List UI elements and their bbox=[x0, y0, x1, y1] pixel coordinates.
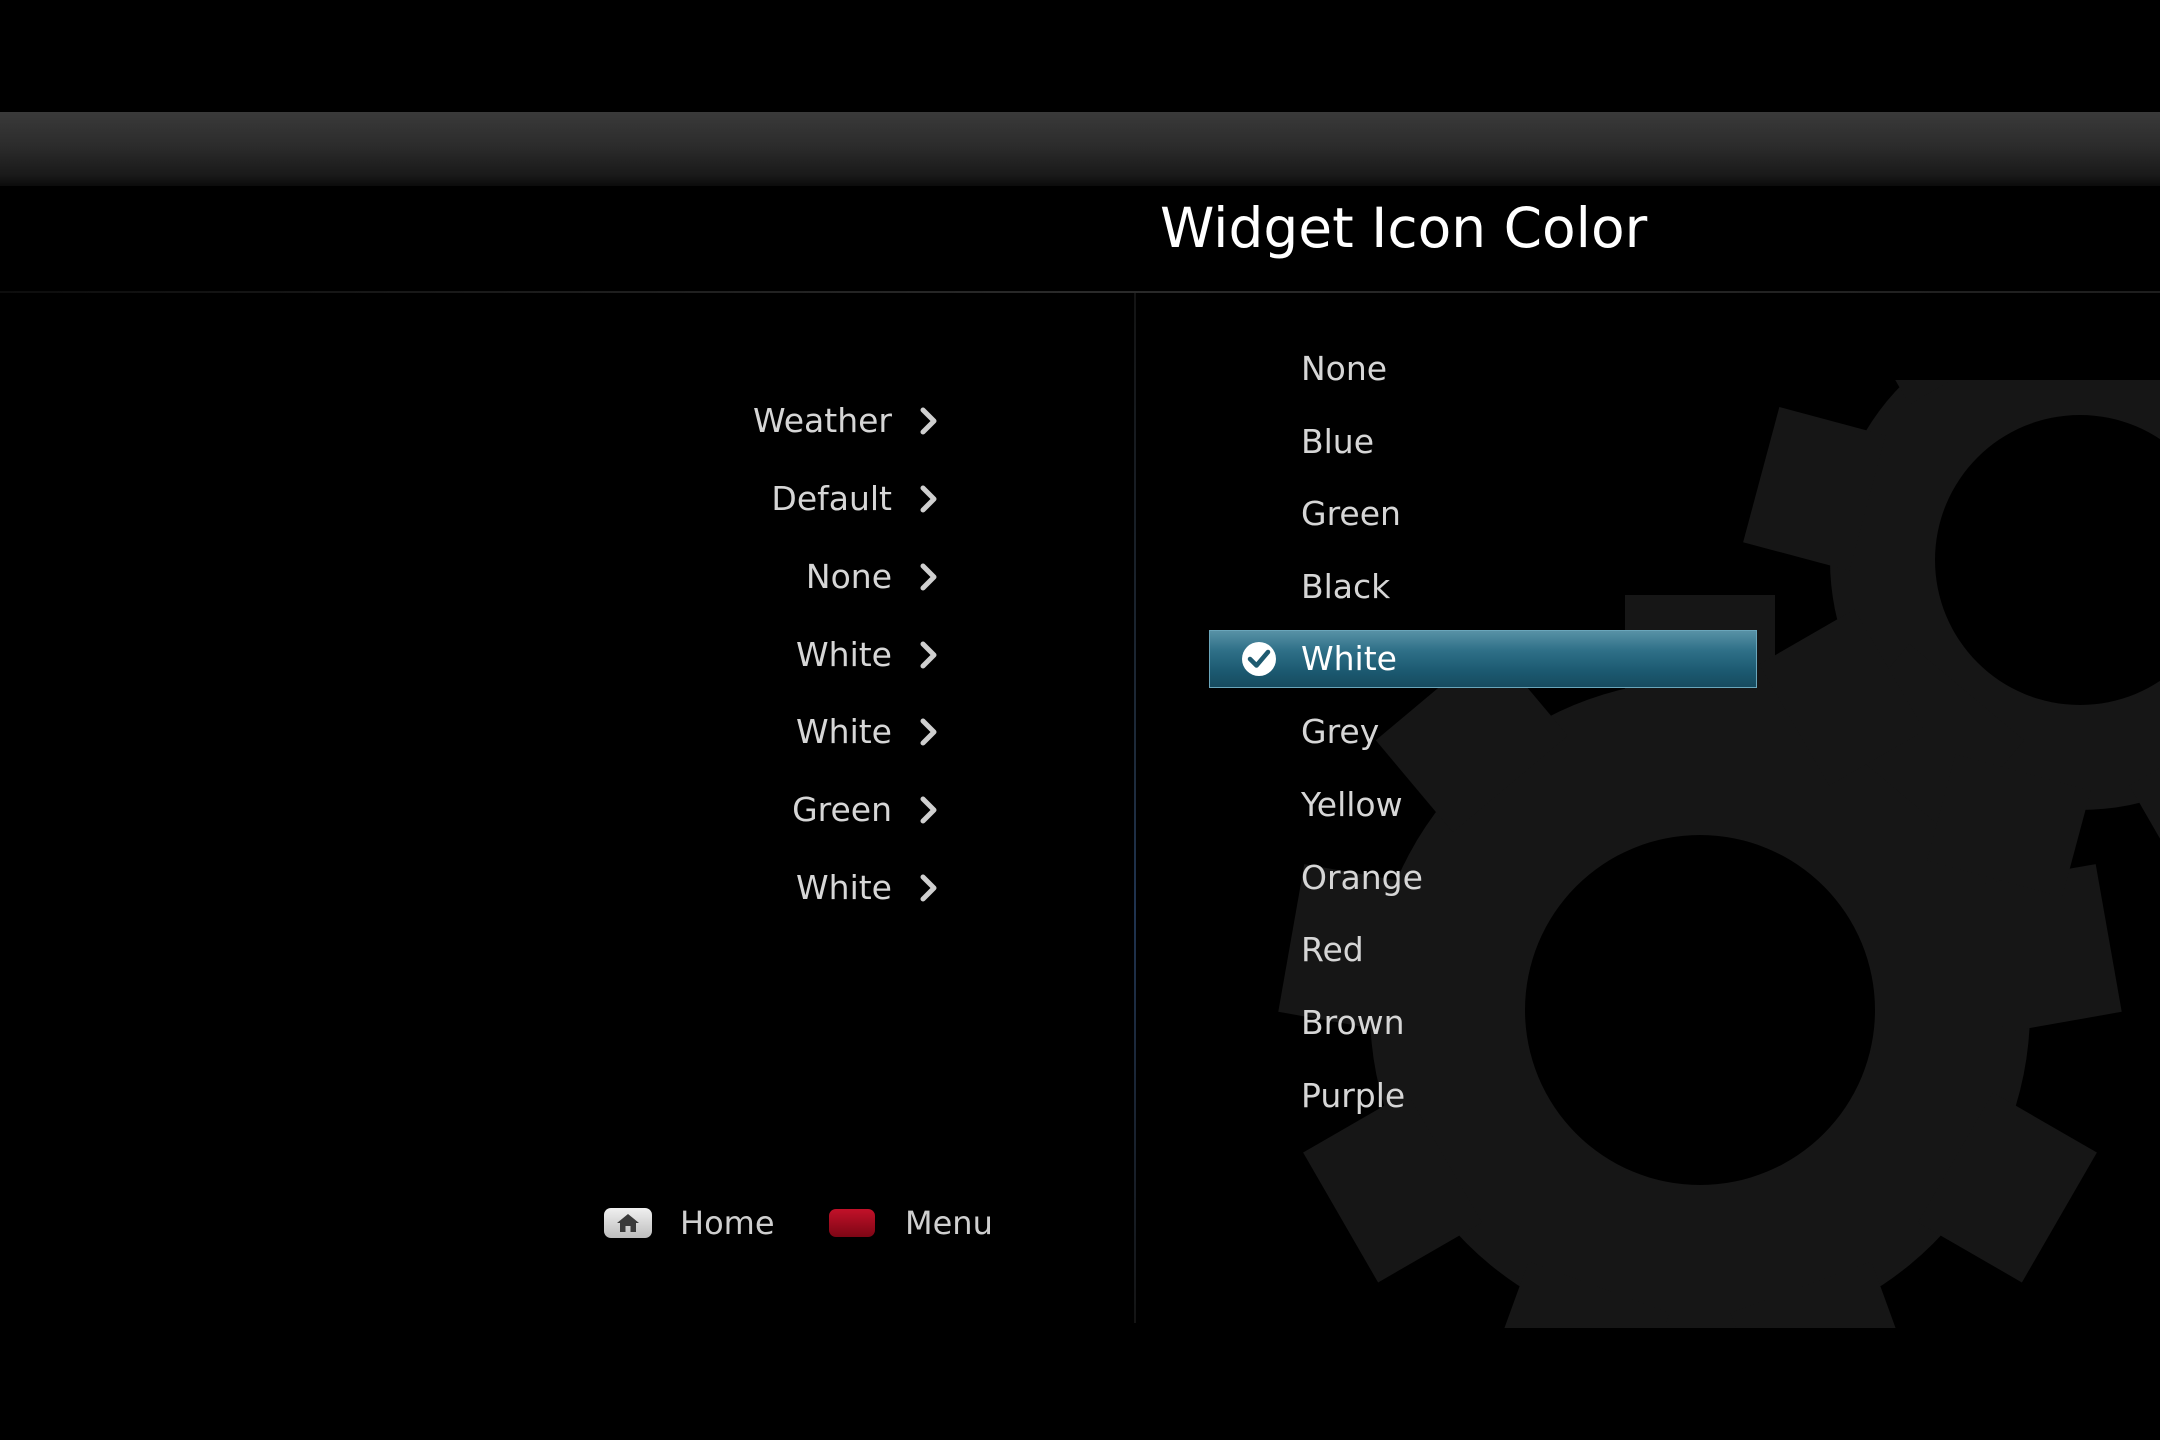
summary-item[interactable]: Weather bbox=[560, 386, 940, 456]
summary-item-label: White bbox=[796, 868, 892, 907]
option-red[interactable]: Red bbox=[1209, 921, 1757, 979]
option-label: Orange bbox=[1301, 858, 1423, 897]
option-label: Blue bbox=[1301, 422, 1375, 461]
chevron-right-icon bbox=[920, 641, 937, 669]
red-key-icon bbox=[829, 1209, 875, 1237]
option-label: None bbox=[1301, 349, 1388, 388]
summary-item[interactable]: White bbox=[560, 620, 940, 690]
header-divider bbox=[0, 291, 2160, 293]
checkmark-icon bbox=[1242, 642, 1276, 676]
house-glyph-icon bbox=[617, 1214, 639, 1232]
option-label: Black bbox=[1301, 567, 1391, 606]
option-brown[interactable]: Brown bbox=[1209, 994, 1757, 1052]
menu-hint-label: Menu bbox=[905, 1204, 993, 1242]
option-purple[interactable]: Purple bbox=[1209, 1067, 1757, 1125]
top-bar bbox=[0, 112, 2160, 186]
chevron-right-icon bbox=[920, 718, 937, 746]
chevron-right-icon bbox=[920, 485, 937, 513]
panel-divider bbox=[1134, 293, 1136, 1323]
option-label: Purple bbox=[1301, 1076, 1406, 1115]
chevron-right-icon bbox=[920, 796, 937, 824]
option-label: Yellow bbox=[1301, 785, 1403, 824]
option-label: Grey bbox=[1301, 712, 1380, 751]
summary-item[interactable]: White bbox=[560, 853, 940, 923]
option-label: Red bbox=[1301, 930, 1364, 969]
home-hint[interactable]: Home bbox=[604, 1200, 775, 1246]
option-grey[interactable]: Grey bbox=[1209, 703, 1757, 761]
bottom-bar bbox=[0, 1328, 2160, 1440]
summary-item-label: None bbox=[805, 557, 892, 596]
option-green[interactable]: Green bbox=[1209, 485, 1757, 543]
chevron-right-icon bbox=[920, 407, 937, 435]
summary-item[interactable]: Green bbox=[560, 775, 940, 845]
option-yellow[interactable]: Yellow bbox=[1209, 776, 1757, 834]
option-orange[interactable]: Orange bbox=[1209, 849, 1757, 907]
home-icon bbox=[604, 1208, 652, 1238]
option-label: Green bbox=[1301, 494, 1401, 533]
summary-item-label: Default bbox=[771, 479, 892, 518]
summary-item-label: Green bbox=[792, 790, 892, 829]
page-title: Widget Icon Color bbox=[1160, 196, 1648, 260]
chevron-right-icon bbox=[920, 563, 937, 591]
summary-item[interactable]: None bbox=[560, 542, 940, 612]
option-label: White bbox=[1301, 639, 1397, 678]
summary-item[interactable]: Default bbox=[560, 464, 940, 534]
summary-item-label: White bbox=[796, 635, 892, 674]
option-blue[interactable]: Blue bbox=[1209, 413, 1757, 471]
summary-item-label: White bbox=[796, 712, 892, 751]
home-hint-label: Home bbox=[680, 1204, 775, 1242]
summary-item[interactable]: White bbox=[560, 697, 940, 767]
option-label: Brown bbox=[1301, 1003, 1405, 1042]
option-white-selected[interactable]: White bbox=[1209, 630, 1757, 688]
menu-hint[interactable]: Menu bbox=[829, 1200, 993, 1246]
chevron-right-icon bbox=[920, 874, 937, 902]
option-none[interactable]: None bbox=[1209, 340, 1757, 398]
summary-item-label: Weather bbox=[753, 401, 892, 440]
settings-screen: Widget Icon Color Weather Default None W… bbox=[0, 0, 2160, 1440]
option-black[interactable]: Black bbox=[1209, 558, 1757, 616]
